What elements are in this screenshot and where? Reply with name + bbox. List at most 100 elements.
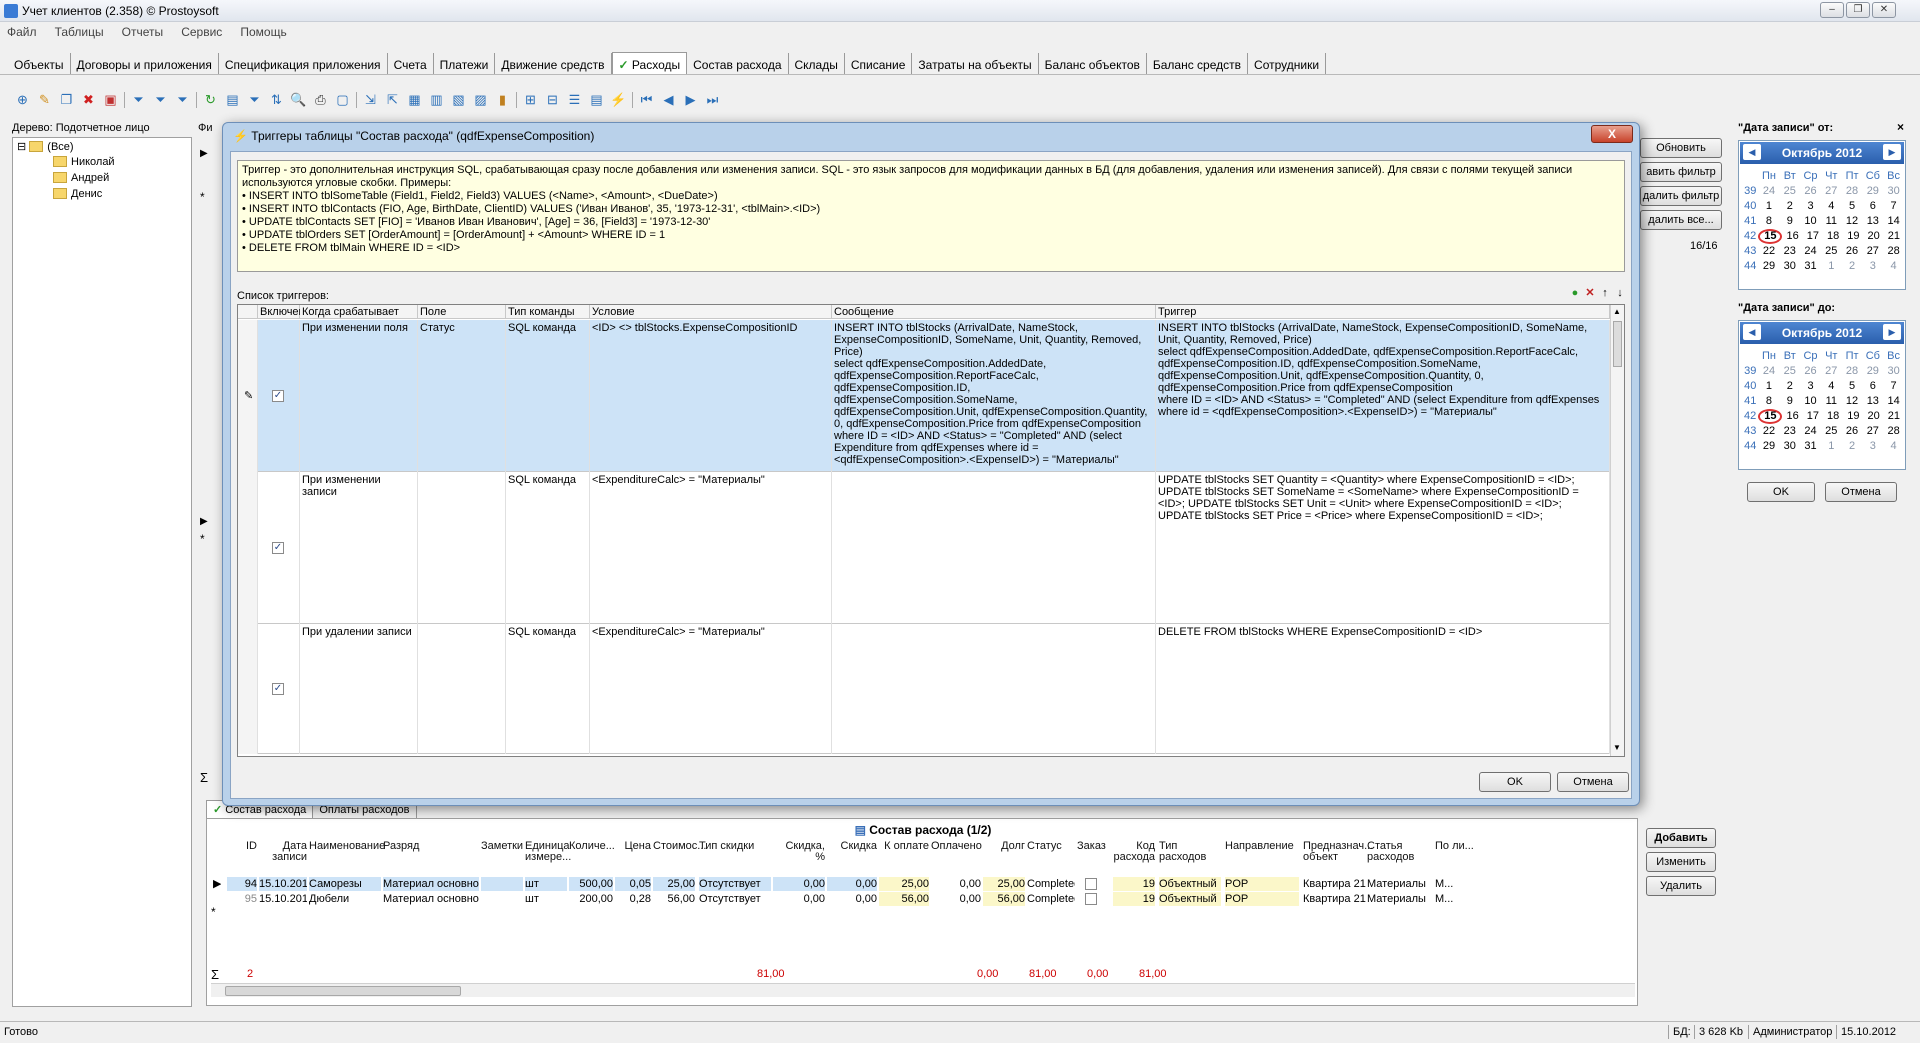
calendar-day[interactable]: 10 — [1800, 394, 1821, 409]
table-cell[interactable]: 0,28 — [615, 892, 651, 906]
calendar-day[interactable]: 9 — [1779, 394, 1800, 409]
restore-button[interactable]: ❐ — [1846, 2, 1870, 18]
calendar-day[interactable]: 27 — [1862, 424, 1883, 439]
table-cell[interactable]: 15.10.2012 — [259, 892, 307, 906]
dialog-cancel-button[interactable]: Отмена — [1557, 772, 1629, 792]
calendar-day[interactable]: 31 — [1800, 259, 1821, 274]
calendar-day[interactable]: 8 — [1759, 394, 1780, 409]
table-cell[interactable]: Completed — [1027, 877, 1075, 891]
calendar-to[interactable]: Октябрь 2012 ◀ ▶ Пн Вт Ср Чт Пт Сб Вс 39 24 25 26 2… — [1738, 320, 1906, 470]
calendar-day[interactable]: 27 — [1821, 184, 1842, 199]
scrollbar-thumb[interactable] — [225, 986, 461, 996]
message-cell[interactable]: INSERT INTO tblStocks (ArrivalDate, Name… — [832, 320, 1156, 472]
when-cell[interactable]: При удалении записи — [300, 624, 418, 754]
table-cell[interactable]: шт — [525, 892, 567, 906]
last-record-icon[interactable]: ⏭ — [704, 91, 721, 108]
table-cell[interactable]: 15.10.2012 — [259, 877, 307, 891]
calendar-day[interactable]: 4 — [1821, 199, 1842, 214]
table-cell[interactable]: М... — [1435, 877, 1475, 891]
dialog-close-button[interactable]: X — [1591, 125, 1633, 143]
calendar-day[interactable]: 29 — [1862, 364, 1883, 379]
condition-cell[interactable]: <ExpenditureCalc> = "Материалы" — [590, 472, 832, 624]
table-cell[interactable]: 94 — [227, 877, 257, 891]
table-cell[interactable]: 0,00 — [931, 892, 981, 906]
table-cell[interactable]: Объектный — [1159, 877, 1221, 891]
type-cell[interactable]: SQL команда — [506, 624, 590, 754]
calendar-day[interactable]: 8 — [1759, 214, 1780, 229]
add-trigger-icon[interactable]: ● — [1568, 286, 1582, 300]
column-header[interactable]: Когда срабатывает — [300, 305, 418, 319]
calendar-day[interactable]: 4 — [1821, 379, 1842, 394]
calendar-day[interactable]: 22 — [1759, 244, 1780, 259]
table-cell[interactable]: Completed — [1027, 892, 1075, 906]
field-cell[interactable] — [418, 624, 506, 754]
copy-icon[interactable]: ❐ — [58, 91, 75, 108]
calendar-cancel-button[interactable]: Отмена — [1825, 482, 1897, 502]
import-icon[interactable]: ⇲ — [362, 91, 379, 108]
menu-reports[interactable]: Отчеты — [115, 22, 171, 39]
calendar-day[interactable]: 10 — [1800, 214, 1821, 229]
scrollbar-thumb[interactable] — [1613, 321, 1622, 367]
row-selector[interactable] — [238, 624, 258, 754]
trigger-cell[interactable]: DELETE FROM tblStocks WHERE ExpenseCompo… — [1156, 624, 1610, 754]
tab-warehouses[interactable]: Склады — [788, 53, 845, 75]
tree-item-andrey[interactable]: Андрей — [53, 172, 109, 184]
calendar-day[interactable]: 24 — [1800, 424, 1821, 439]
table-cell[interactable]: 19 — [1113, 892, 1155, 906]
type-cell[interactable]: SQL команда — [506, 472, 590, 624]
column-header[interactable]: Скидка, % — [773, 841, 825, 863]
calendar-day[interactable]: 1 — [1821, 439, 1842, 454]
calendar-day[interactable]: 28 — [1842, 364, 1863, 379]
fields-icon[interactable]: ☰ — [566, 91, 583, 108]
calendar-day[interactable]: 25 — [1821, 424, 1842, 439]
column-header[interactable]: Цена — [615, 841, 651, 852]
find-icon[interactable]: 🔍 — [290, 91, 307, 108]
tab-contracts[interactable]: Договоры и приложения — [70, 53, 219, 75]
group-icon[interactable]: ▤ — [224, 91, 241, 108]
template-icon[interactable]: ▨ — [472, 91, 489, 108]
calendar-day[interactable]: 19 — [1843, 229, 1863, 244]
next-record-icon[interactable]: ▶ — [682, 91, 699, 108]
prev-record-icon[interactable]: ◀ — [660, 91, 677, 108]
filter-remove-icon[interactable]: ⏷ — [152, 91, 169, 108]
tab-object-balance[interactable]: Баланс объектов — [1038, 53, 1147, 75]
table-cell[interactable]: Отсутствует — [699, 892, 771, 906]
column-header[interactable]: Оплачено — [931, 841, 982, 852]
calendar-day[interactable]: 20 — [1863, 409, 1883, 424]
column-header[interactable]: Единица измере... — [525, 841, 571, 863]
calendar-day[interactable]: 17 — [1803, 409, 1823, 424]
column-header[interactable]: По ли... — [1435, 841, 1475, 852]
calendar-day[interactable]: 21 — [1884, 409, 1904, 424]
calendar-day[interactable]: 9 — [1779, 214, 1800, 229]
enabled-checkbox[interactable]: ✓ — [272, 390, 284, 402]
scroll-down-icon[interactable]: ▼ — [1613, 743, 1621, 752]
column-header[interactable]: Статья расходов — [1367, 841, 1433, 863]
calendar-day[interactable]: 11 — [1821, 394, 1842, 409]
trigger-cell[interactable]: INSERT INTO tblStocks (ArrivalDate, Name… — [1156, 320, 1610, 472]
calendar-day[interactable]: 14 — [1883, 214, 1904, 229]
column-header[interactable]: Предназнач... объект — [1303, 841, 1377, 863]
table-cell[interactable] — [1077, 892, 1111, 906]
report-icon[interactable]: ▧ — [450, 91, 467, 108]
tab-payments[interactable]: Платежи — [433, 53, 496, 75]
calendar-day[interactable]: 11 — [1821, 214, 1842, 229]
table-cell[interactable]: 200,00 — [569, 892, 613, 906]
table-cell[interactable]: М... — [1435, 892, 1475, 906]
trigger-row[interactable]: ✎ ✓ При изменении поля Статус SQL команда <ID… — [238, 320, 1610, 472]
table-cell[interactable]: 25,00 — [983, 877, 1025, 891]
tree-item-denis[interactable]: Денис — [53, 188, 102, 200]
column-header[interactable]: Наименование — [309, 841, 385, 852]
table-cell[interactable]: 56,00 — [879, 892, 929, 906]
calendar-day[interactable]: 7 — [1883, 379, 1904, 394]
calendar-day[interactable]: 28 — [1883, 244, 1904, 259]
table-cell[interactable]: POP — [1225, 877, 1299, 891]
filter-clear-icon[interactable]: ⏷ — [174, 91, 191, 108]
calendar-day[interactable]: 26 — [1800, 364, 1821, 379]
menu-service[interactable]: Сервис — [174, 22, 230, 39]
calendar-day[interactable]: 17 — [1803, 229, 1823, 244]
calendar-day[interactable]: 25 — [1779, 184, 1800, 199]
column-header[interactable]: Статус — [1027, 841, 1075, 852]
calendar-grid[interactable]: Пн Вт Ср Чт Пт Сб Вс 39 24 25 26 27 28 29 30 40 1 2 3 4 5 6 7 4… — [1742, 349, 1904, 454]
scroll-up-icon[interactable]: ▲ — [1613, 307, 1621, 316]
prev-month-icon[interactable]: ◀ — [1743, 324, 1761, 340]
